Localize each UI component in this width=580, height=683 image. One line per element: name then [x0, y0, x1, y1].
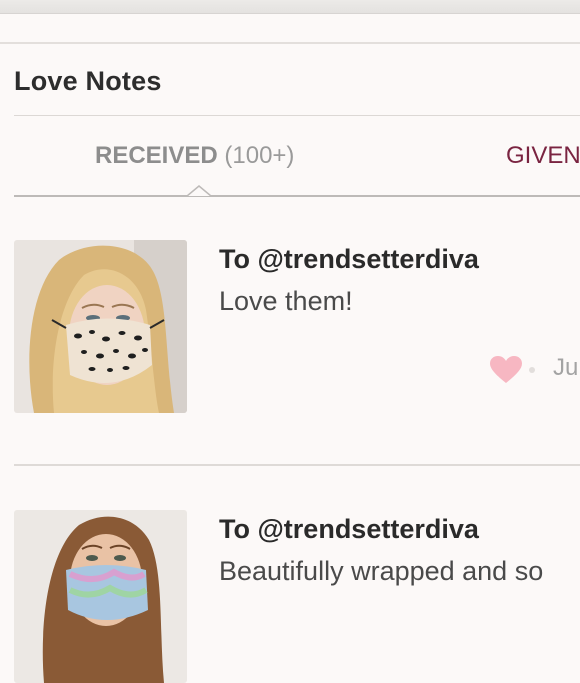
tabs-underline [14, 195, 580, 197]
note-divider [14, 464, 580, 466]
note-thumbnail[interactable] [14, 240, 187, 413]
tab-given-label: GIVEN [506, 142, 580, 169]
note-date: Ju [553, 354, 579, 381]
note-message: Beautifully wrapped and so [219, 556, 544, 586]
active-tab-caret-icon [187, 185, 211, 197]
tab-received-count: (100+) [224, 142, 295, 169]
note-recipient[interactable]: To @trendsetterdiva [219, 244, 479, 275]
separator-dot-icon [529, 367, 535, 373]
header-divider [0, 42, 580, 44]
heart-icon[interactable] [490, 356, 522, 384]
section-title: Love Notes [14, 66, 162, 96]
note-message: Love them! [219, 286, 353, 316]
tab-given[interactable]: GIVEN [506, 142, 580, 170]
browser-top-bar [0, 0, 580, 14]
note-thumbnail[interactable] [14, 510, 187, 683]
tab-received-label: RECEIVED [95, 142, 218, 169]
note-recipient[interactable]: To @trendsetterdiva [219, 514, 479, 545]
love-notes-tabs: RECEIVED (100+) GIVEN [14, 116, 580, 198]
tab-received[interactable]: RECEIVED (100+) [95, 142, 294, 170]
